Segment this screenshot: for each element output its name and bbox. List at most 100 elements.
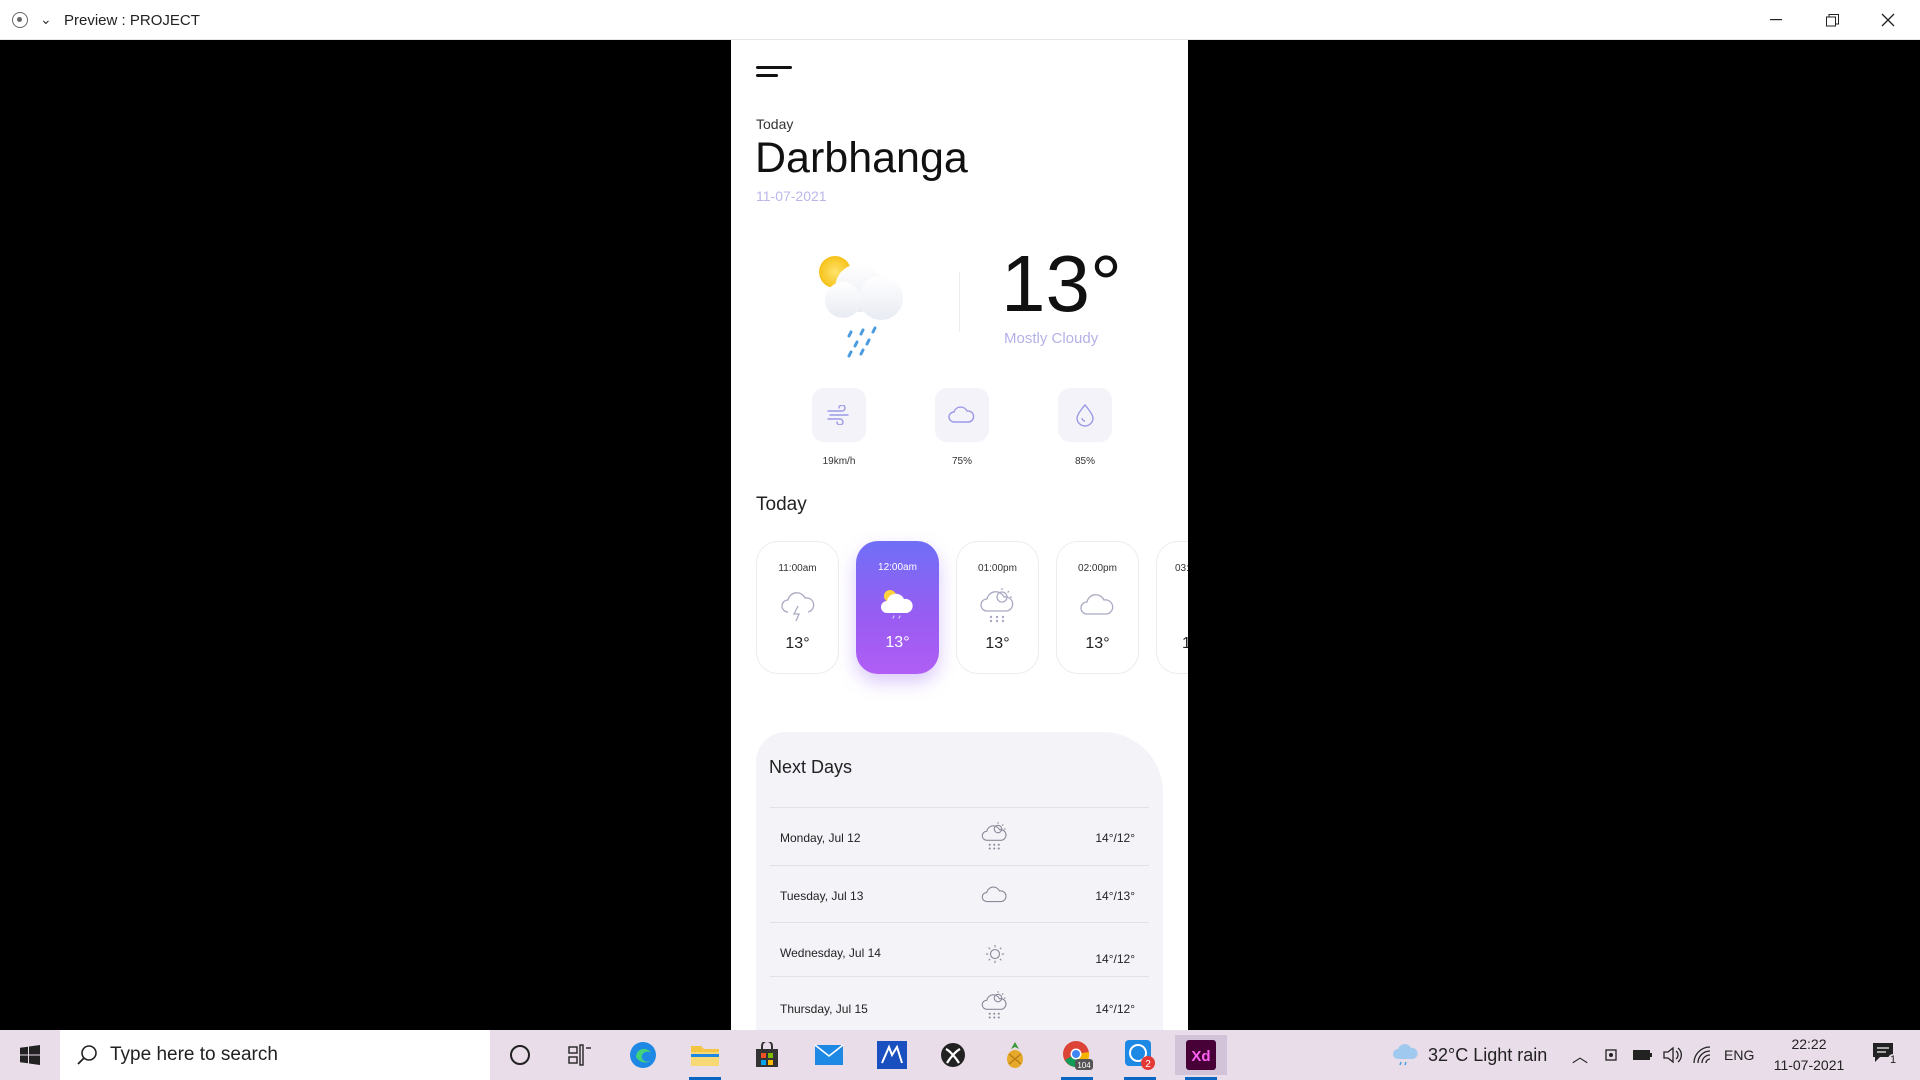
wind-icon [827, 405, 849, 425]
wifi-icon[interactable] [1692, 1045, 1714, 1065]
whatsapp-icon: 2 [1125, 1040, 1155, 1070]
minimize-icon [1770, 19, 1782, 21]
weather-app-screen: Today Darbhanga 11-07-2021 13° Mostly Cl… [731, 40, 1188, 1030]
hour-card[interactable]: 11:00am 13° [756, 541, 839, 674]
app-badge: 2 [1145, 1059, 1151, 1070]
chrome-badge: 104 [1077, 1061, 1091, 1070]
hour-card[interactable]: 01:00pm 13° [956, 541, 1039, 674]
hour-time: 02:00pm [1078, 563, 1117, 574]
edge-browser-icon [630, 1042, 656, 1068]
hour-temp: 13° [885, 634, 910, 651]
meet-now-icon[interactable] [1604, 1046, 1620, 1064]
taskbar-clock[interactable]: 22:22 11-07-2021 [1764, 1034, 1854, 1076]
notification-count: 1 [1888, 1054, 1899, 1066]
window-titlebar: ⌄ Preview : PROJECT [0, 0, 1920, 40]
pineapple-icon [1007, 1042, 1023, 1068]
wind-value: 19km/h [822, 456, 856, 467]
today-label: Today [756, 116, 794, 132]
day-row[interactable]: Tuesday, Jul 13 14°/13° [770, 865, 1149, 921]
svg-text:Xd: Xd [1191, 1048, 1210, 1065]
sun-cloud-icon [880, 590, 913, 619]
day-temp: 14°/13° [1095, 889, 1135, 903]
file-explorer-button[interactable] [679, 1035, 731, 1080]
hour-time: 11:00am [778, 563, 817, 574]
close-button[interactable] [1860, 0, 1916, 40]
humidity-drop-icon [1076, 403, 1094, 427]
windows-logo-icon [20, 1045, 40, 1065]
chrome-icon: 104 [1063, 1041, 1093, 1070]
current-date: 11-07-2021 [756, 188, 827, 204]
taskbar: Type here to search 104 2 Xd 32°C Light … [0, 1030, 1920, 1080]
mail-button[interactable] [803, 1035, 855, 1075]
hour-time: 12:00am [878, 562, 917, 573]
cloud-icon [948, 406, 975, 423]
humidity-stat: 85% [1057, 388, 1113, 467]
sun-cloud-snow-icon [979, 588, 1013, 623]
language-indicator[interactable]: ENG [1724, 1030, 1754, 1080]
sun-cloud-snow-icon [981, 991, 1007, 1019]
fruit-app-button[interactable] [989, 1035, 1041, 1075]
taskbar-search-box[interactable]: Type here to search [60, 1030, 490, 1080]
xbox-button[interactable] [927, 1035, 979, 1075]
cloud-value: 75% [951, 456, 972, 467]
hour-temp: 13° [985, 635, 1010, 652]
thunder-cloud-icon [780, 592, 814, 622]
next-days-panel: Next Days Monday, Jul 12 14°/12° Tuesday… [756, 732, 1163, 1030]
notification-center-button[interactable]: 1 [1866, 1040, 1906, 1070]
clock-date: 11-07-2021 [1773, 1057, 1845, 1073]
hourly-section-title: Today [756, 494, 807, 515]
cortana-button[interactable] [494, 1035, 546, 1075]
minimize-button[interactable] [1748, 0, 1804, 40]
preview-stage: Today Darbhanga 11-07-2021 13° Mostly Cl… [0, 40, 1920, 1030]
day-row[interactable]: Monday, Jul 12 14°/12° [770, 807, 1149, 863]
city-name: Darbhanga [755, 134, 968, 182]
restore-button[interactable] [1804, 0, 1860, 40]
adobe-xd-button[interactable]: Xd [1175, 1035, 1227, 1080]
day-row[interactable]: Wednesday, Jul 14 14°/12° [770, 922, 1149, 978]
edge-browser-button[interactable] [617, 1035, 669, 1075]
hour-temp: 13° [785, 635, 810, 652]
sun-cloud-snow-icon [981, 822, 1007, 850]
day-name: Thursday, Jul 15 [780, 1002, 868, 1016]
hour-time: 01:00pm [978, 563, 1017, 574]
store-bag-icon [756, 1042, 778, 1067]
hour-card-active[interactable]: 12:00am 13° [856, 541, 939, 674]
sun-cloud-rain-icon [819, 256, 903, 358]
chevron-up-icon[interactable]: ︿ [1572, 1030, 1588, 1080]
day-temp: 14°/12° [1095, 831, 1135, 845]
clock-time: 22:22 [1791, 1036, 1827, 1052]
app-record-icon [12, 12, 28, 28]
cloud-icon [1079, 594, 1113, 615]
whatsapp-button[interactable]: 2 [1114, 1035, 1166, 1080]
store-button[interactable] [741, 1035, 793, 1075]
start-button[interactable] [0, 1030, 60, 1080]
sun-icon [1184, 584, 1189, 624]
mail-icon [814, 1044, 844, 1065]
volume-icon[interactable] [1662, 1045, 1684, 1065]
taskbar-weather-text[interactable]: 32°C Light rain [1428, 1030, 1547, 1080]
humidity-stat-box [1058, 388, 1112, 442]
wind-stat-box [812, 388, 866, 442]
wind-stat: 19km/h [811, 388, 867, 467]
adobe-xd-icon: Xd [1186, 1040, 1216, 1070]
chevron-down-icon[interactable]: ⌄ [40, 11, 52, 28]
chrome-button[interactable]: 104 [1051, 1035, 1103, 1080]
humidity-value: 85% [1074, 456, 1095, 467]
xbox-icon [941, 1043, 965, 1067]
hour-temp: 13° [1085, 635, 1110, 652]
task-view-icon [568, 1044, 591, 1066]
weather-rain-icon [1393, 1044, 1418, 1066]
hour-time: 03: [1175, 563, 1188, 574]
task-view-button[interactable] [554, 1035, 606, 1075]
hamburger-icon[interactable] [756, 64, 792, 80]
battery-icon[interactable] [1632, 1048, 1654, 1062]
m-app-icon [877, 1041, 907, 1069]
next-days-title: Next Days [769, 757, 853, 777]
day-name: Tuesday, Jul 13 [780, 889, 864, 903]
hour-card[interactable]: 03: 1 [1156, 541, 1188, 674]
hour-card[interactable]: 02:00pm 13° [1056, 541, 1139, 674]
condition-text: Mostly Cloudy [1004, 330, 1099, 347]
app-m-button[interactable] [866, 1035, 918, 1075]
day-row[interactable]: Thursday, Jul 15 14°/12° [770, 976, 1149, 1030]
day-temp: 14°/12° [1095, 1002, 1135, 1016]
